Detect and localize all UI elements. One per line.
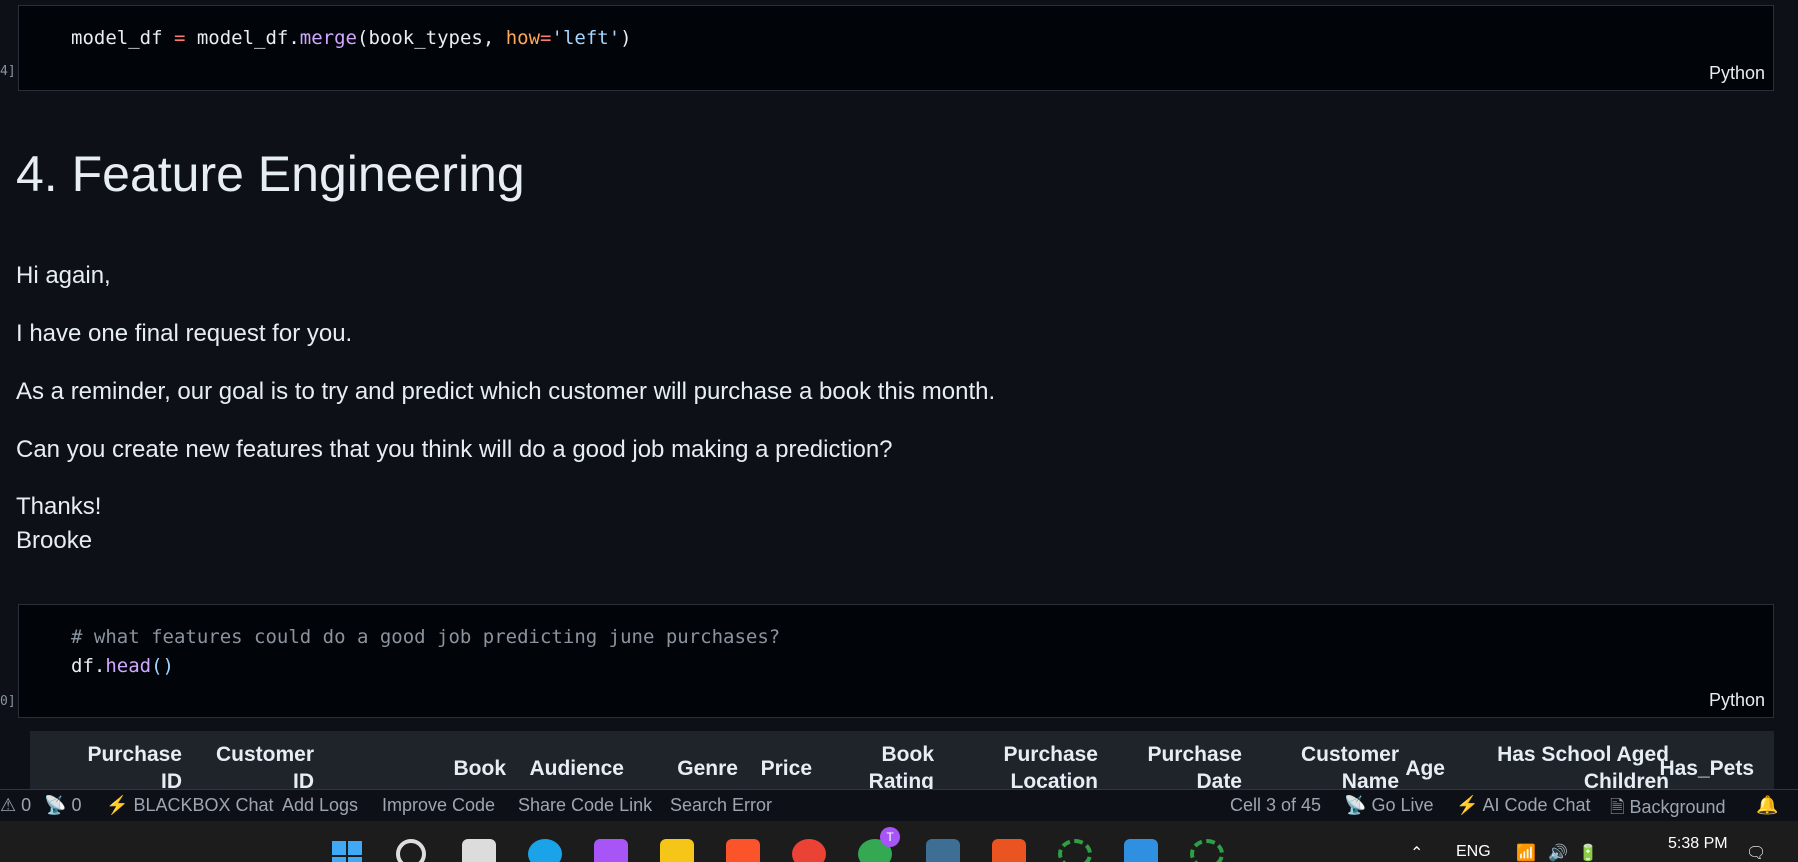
- column-header: Book: [453, 757, 507, 780]
- column-header: Book Rating: [868, 743, 934, 789]
- go-live-button[interactable]: 📡 Go Live: [1344, 795, 1433, 816]
- ubuntu-icon[interactable]: [992, 839, 1026, 862]
- task-view-icon[interactable]: [462, 839, 496, 862]
- code-cell-head[interactable]: # what features could do a good job pred…: [18, 604, 1774, 718]
- column-header: Purchase Date: [1147, 743, 1242, 789]
- improve-code-button[interactable]: Improve Code: [382, 795, 495, 816]
- clock[interactable]: 5:38 PM: [1668, 835, 1728, 853]
- edge-browser-icon[interactable]: [528, 839, 562, 862]
- column-header: Audience: [529, 757, 624, 780]
- vscode-icon[interactable]: [1124, 839, 1158, 862]
- code-line[interactable]: # what features could do a good job pred…: [71, 626, 780, 648]
- column-header: Purchase Location: [1003, 743, 1098, 789]
- markdown-paragraph: I have one final request for you.: [16, 320, 353, 347]
- share-code-link-button[interactable]: Share Code Link: [518, 795, 652, 816]
- mysql-workbench-icon[interactable]: [926, 839, 960, 862]
- blackbox-chat-button[interactable]: ⚡ BLACKBOX Chat: [106, 795, 274, 816]
- ai-code-chat-button[interactable]: ⚡ AI Code Chat: [1456, 795, 1591, 816]
- cell-execution-count: 0]: [0, 694, 16, 709]
- dataframe-header: Purchase ID Customer ID Book Audience Genr…: [30, 731, 1774, 789]
- markdown-paragraph: Can you create new features that you thi…: [16, 436, 893, 463]
- code-cell-merge[interactable]: model_df = model_df.merge(book_types, ho…: [18, 5, 1774, 91]
- notebook-editor: 4] model_df = model_df.merge(book_types,…: [0, 0, 1798, 789]
- markdown-heading: 4. Feature Engineering: [16, 146, 525, 202]
- tray-overflow-icon[interactable]: ⌃: [1410, 843, 1423, 862]
- warning-icon: ⚠: [0, 795, 17, 815]
- lightning-icon: ⚡: [1456, 795, 1479, 815]
- column-header: Purchase ID: [87, 743, 182, 789]
- windows-start-icon[interactable]: [330, 839, 364, 862]
- chrome-browser-icon[interactable]: [792, 839, 826, 862]
- ports-status[interactable]: 📡 0: [44, 795, 81, 816]
- column-header: Age: [1405, 757, 1445, 780]
- broadcast-icon: 📡: [1344, 795, 1367, 815]
- windows-taskbar: T ⌃ ENG 📶 🔊 🔋 5:38 PM 🗨: [0, 821, 1798, 862]
- loading-app-icon[interactable]: [1058, 839, 1092, 862]
- file-icon: 🗎: [1610, 797, 1625, 817]
- loading-app-icon[interactable]: [1190, 839, 1224, 862]
- column-header: Price: [760, 757, 812, 780]
- column-header: Customer ID: [215, 743, 314, 789]
- markdown-paragraph: As a reminder, our goal is to try and pr…: [16, 378, 996, 405]
- language-indicator[interactable]: ENG: [1456, 843, 1491, 861]
- cell-position-indicator[interactable]: Cell 3 of 45: [1230, 795, 1321, 816]
- code-line[interactable]: model_df = model_df.merge(book_types, ho…: [71, 27, 632, 49]
- volume-icon[interactable]: 🔊: [1548, 843, 1568, 862]
- markdown-paragraph: Brooke: [16, 527, 93, 554]
- search-error-button[interactable]: Search Error: [670, 795, 772, 816]
- chrome-profile-icon[interactable]: T: [858, 827, 900, 862]
- wifi-icon[interactable]: 📶: [1516, 843, 1536, 862]
- code-line[interactable]: df.head(): [71, 655, 174, 677]
- markdown-paragraph: Thanks!: [16, 493, 102, 520]
- bell-icon[interactable]: 🔔: [1756, 795, 1778, 816]
- markdown-paragraph: Hi again,: [16, 262, 111, 289]
- column-header: Customer Name: [1300, 743, 1399, 789]
- notifications-icon[interactable]: 🗨: [1746, 843, 1766, 862]
- profile-badge: T: [880, 827, 900, 847]
- problems-status[interactable]: ⚠ 0: [0, 795, 31, 816]
- column-header: Genre: [677, 757, 738, 780]
- cell-language-label[interactable]: Python: [1709, 63, 1765, 84]
- cell-execution-count: 4]: [0, 64, 16, 79]
- cell-language-label[interactable]: Python: [1709, 690, 1765, 711]
- column-header: Has_Pets: [1659, 757, 1754, 780]
- column-header: Has School Aged Children: [1497, 743, 1669, 789]
- battery-icon[interactable]: 🔋: [1578, 843, 1598, 862]
- add-logs-button[interactable]: Add Logs: [282, 795, 358, 816]
- lightning-icon: ⚡: [106, 795, 129, 815]
- copilot-icon[interactable]: [594, 839, 628, 862]
- broadcast-icon: 📡: [44, 795, 67, 815]
- status-bar: ⚠ 0 📡 0 ⚡ BLACKBOX Chat Add Logs Improve…: [0, 789, 1798, 821]
- search-icon[interactable]: [396, 839, 426, 862]
- file-explorer-icon[interactable]: [660, 839, 694, 862]
- brave-browser-icon[interactable]: [726, 839, 760, 862]
